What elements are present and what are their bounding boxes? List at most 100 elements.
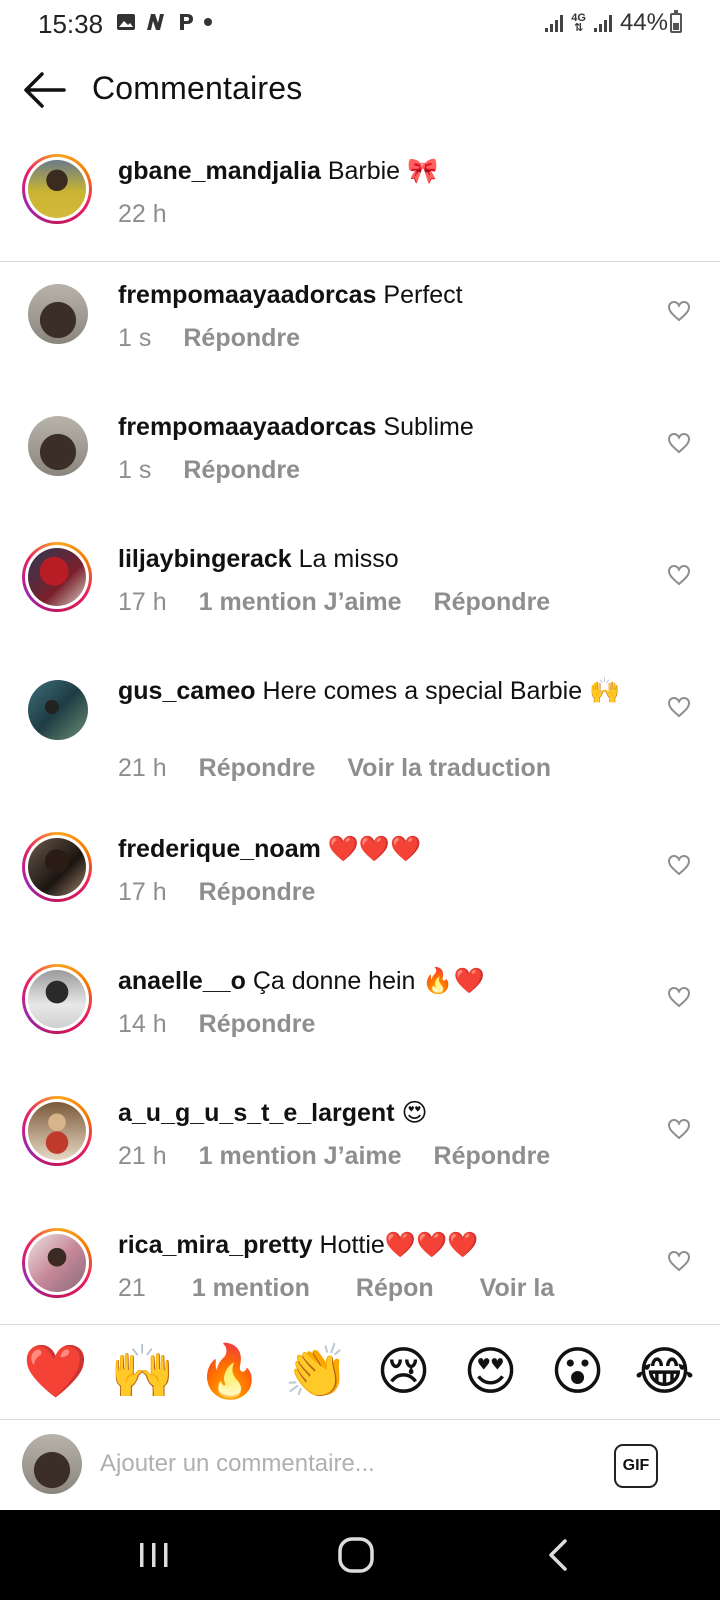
emoji-heart-eyes-button[interactable]: 😍 bbox=[455, 1342, 527, 1402]
home-icon bbox=[338, 1537, 374, 1573]
page-title: Commentaires bbox=[92, 70, 303, 106]
comment-username[interactable]: rica_mira_pretty bbox=[118, 1231, 313, 1259]
comments-list[interactable]: frempomaayaadorcas Perfect 1 s Répondre … bbox=[0, 262, 720, 1324]
comment-username[interactable]: frempomaayaadorcas bbox=[118, 281, 376, 309]
heart-outline-icon bbox=[667, 1118, 691, 1140]
comment-item: rica_mira_pretty Hottie❤️❤️❤️ 21 1 menti… bbox=[0, 1212, 720, 1324]
reply-button[interactable]: Répondre bbox=[183, 456, 300, 485]
avatar bbox=[22, 1434, 82, 1494]
reply-button[interactable]: Répondre bbox=[434, 588, 551, 617]
like-button[interactable] bbox=[667, 986, 693, 1010]
reply-button[interactable]: Répondre bbox=[199, 754, 316, 783]
comment-item: anaelle__o Ça donne hein 🔥❤️ 14 h Répond… bbox=[0, 948, 720, 1080]
like-button[interactable] bbox=[667, 854, 693, 878]
comment-time: 17 h bbox=[118, 588, 167, 616]
likes-count-button[interactable]: 1 mention J’aime bbox=[199, 1142, 402, 1171]
recents-icon bbox=[140, 1543, 168, 1567]
gif-button[interactable]: GIF bbox=[614, 1444, 658, 1488]
like-button[interactable] bbox=[667, 300, 693, 324]
comment-time: 14 h bbox=[118, 1010, 167, 1038]
system-nav-bar bbox=[0, 1510, 720, 1600]
comment-item: frempomaayaadorcas Sublime 1 s Répondre bbox=[0, 394, 720, 526]
like-button[interactable] bbox=[667, 432, 693, 456]
comment-text: Perfect bbox=[383, 281, 463, 309]
emoji-raised-hands-button[interactable]: 🙌 bbox=[107, 1342, 179, 1402]
reply-button[interactable]: Répondre bbox=[199, 1010, 316, 1039]
reply-button[interactable]: Répondre bbox=[199, 878, 316, 907]
comment-username[interactable]: frederique_noam bbox=[118, 835, 321, 863]
emoji-laughing-button[interactable]: 😂 bbox=[629, 1342, 701, 1402]
avatar[interactable] bbox=[28, 284, 88, 344]
comment-username[interactable]: anaelle__o bbox=[118, 967, 246, 995]
heart-outline-icon bbox=[667, 696, 691, 718]
comment-item: frempomaayaadorcas Perfect 1 s Répondre bbox=[0, 262, 720, 394]
likes-count-button[interactable]: 1 mention bbox=[192, 1274, 310, 1303]
avatar[interactable] bbox=[22, 832, 92, 902]
reply-button[interactable]: Répon bbox=[356, 1274, 434, 1303]
comment-item: a_u_g_u_s_t_e_largent 😍 21 h 1 mention J… bbox=[0, 1080, 720, 1212]
chevron-left-icon bbox=[549, 1539, 567, 1571]
heart-outline-icon bbox=[667, 564, 691, 586]
reply-button[interactable]: Répondre bbox=[434, 1142, 551, 1171]
heart-outline-icon bbox=[667, 986, 691, 1008]
avatar[interactable] bbox=[22, 154, 92, 224]
likes-count-button[interactable]: 1 mention J’aime bbox=[199, 588, 402, 617]
comment-composer: GIF bbox=[0, 1420, 720, 1510]
wifi-signal-icon bbox=[545, 14, 564, 32]
image-icon bbox=[116, 12, 136, 32]
heart-outline-icon bbox=[667, 300, 691, 322]
recent-apps-button[interactable] bbox=[124, 1532, 184, 1578]
comment-username[interactable]: frempomaayaadorcas bbox=[118, 413, 376, 441]
battery-fill bbox=[673, 22, 679, 30]
comment-time: 1 s bbox=[118, 456, 152, 484]
comment-text: Sublime bbox=[383, 413, 474, 441]
avatar[interactable] bbox=[22, 964, 92, 1034]
comment-username[interactable]: liljaybingerack bbox=[118, 545, 292, 573]
heart-outline-icon bbox=[667, 854, 691, 876]
emoji-clap-button[interactable]: 👏 bbox=[281, 1342, 353, 1402]
avatar[interactable] bbox=[28, 416, 88, 476]
system-back-button[interactable] bbox=[528, 1532, 588, 1578]
comment-text: 😍 bbox=[401, 1099, 428, 1127]
like-button[interactable] bbox=[667, 1250, 693, 1274]
emoji-surprised-button[interactable]: 😮 bbox=[542, 1342, 614, 1402]
comment-text: La misso bbox=[298, 545, 399, 573]
home-button[interactable] bbox=[326, 1532, 386, 1578]
post-caption: gbane_mandjalia Barbie 🎀 22 h bbox=[0, 140, 720, 262]
arrow-left-icon bbox=[24, 72, 66, 108]
comment-text: ❤️❤️❤️ bbox=[327, 835, 422, 863]
comment-text: Hottie❤️❤️❤️ bbox=[319, 1231, 479, 1259]
emoji-reaction-bar: ❤️ 🙌 🔥 👏 😢 😍 😮 😂 bbox=[0, 1324, 720, 1420]
emoji-heart-button[interactable]: ❤️ bbox=[20, 1342, 92, 1402]
comment-item: gus_cameo Here comes a special Barbie 🙌 … bbox=[0, 658, 720, 816]
avatar[interactable] bbox=[22, 1096, 92, 1166]
p-app-icon bbox=[178, 12, 194, 32]
see-translation-button[interactable]: Voir la bbox=[480, 1274, 555, 1303]
like-button[interactable] bbox=[667, 564, 693, 588]
avatar[interactable] bbox=[22, 1228, 92, 1298]
comment-username[interactable]: gus_cameo bbox=[118, 677, 256, 705]
comment-item: frederique_noam ❤️❤️❤️ 17 h Répondre bbox=[0, 816, 720, 948]
like-button[interactable] bbox=[667, 1118, 693, 1142]
header: Commentaires bbox=[0, 56, 720, 126]
comment-username[interactable]: a_u_g_u_s_t_e_largent bbox=[118, 1099, 395, 1127]
back-button[interactable] bbox=[22, 70, 68, 110]
emoji-fire-button[interactable]: 🔥 bbox=[194, 1342, 266, 1402]
comment-time: 17 h bbox=[118, 878, 167, 906]
cell-signal-icon bbox=[593, 14, 612, 32]
avatar[interactable] bbox=[28, 680, 88, 740]
avatar[interactable] bbox=[22, 542, 92, 612]
battery-icon bbox=[670, 10, 682, 33]
caption-username[interactable]: gbane_mandjalia bbox=[118, 157, 321, 185]
comment-time: 1 s bbox=[118, 324, 152, 352]
comment-time: 21 h bbox=[118, 1142, 167, 1170]
see-translation-button[interactable]: Voir la traduction bbox=[347, 754, 551, 783]
reply-button[interactable]: Répondre bbox=[183, 324, 300, 353]
comment-input[interactable] bbox=[100, 1444, 580, 1484]
emoji-crying-button[interactable]: 😢 bbox=[368, 1342, 440, 1402]
comment-time: 21 bbox=[118, 1274, 146, 1302]
battery-percent: 44% bbox=[619, 9, 668, 36]
like-button[interactable] bbox=[667, 696, 693, 720]
status-bar: 15:38 4G ⇅ 44% bbox=[0, 0, 720, 46]
caption-text: Barbie 🎀 bbox=[327, 157, 439, 185]
